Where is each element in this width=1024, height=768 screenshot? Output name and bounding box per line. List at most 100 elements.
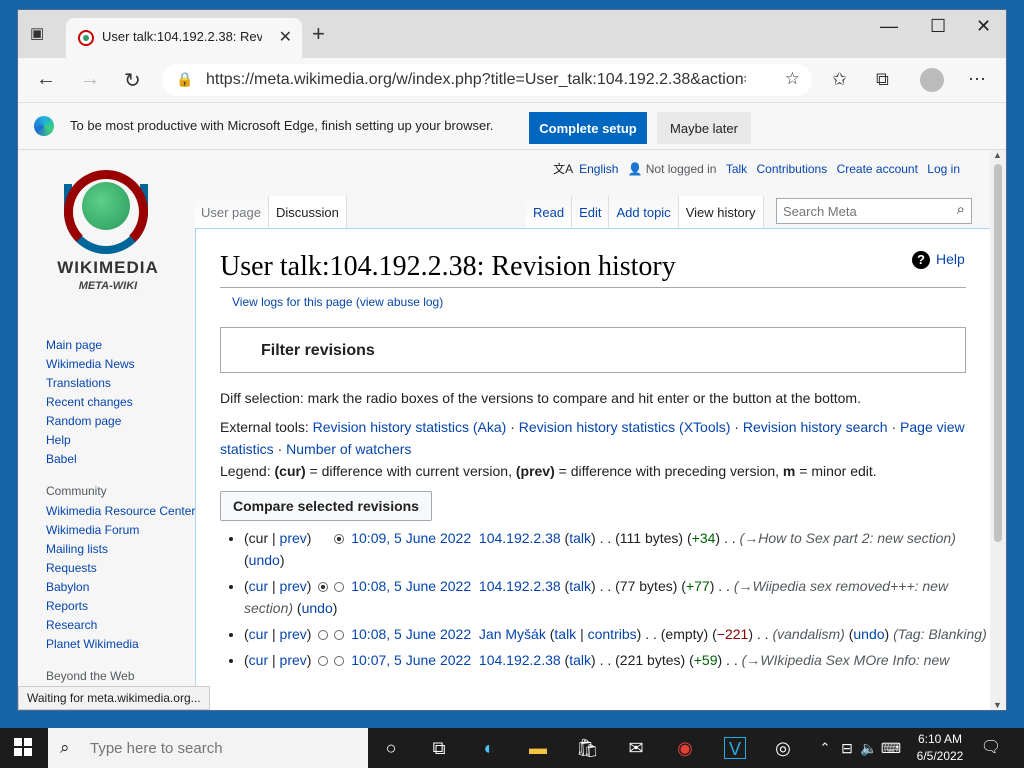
prev-link[interactable]: prev bbox=[280, 578, 307, 594]
help-label[interactable]: Help bbox=[936, 251, 965, 267]
tab-user-page[interactable]: User page bbox=[194, 196, 269, 228]
undo-link[interactable]: undo bbox=[853, 626, 884, 642]
cortana-icon[interactable]: ○ bbox=[380, 737, 402, 759]
revision-date-link[interactable]: 10:08, 5 June 2022 bbox=[351, 578, 471, 594]
volume-icon[interactable]: 🔈 bbox=[858, 737, 880, 759]
revision-radio-new[interactable] bbox=[334, 656, 345, 667]
user-link[interactable]: 104.192.2.38 bbox=[479, 652, 561, 668]
more-icon[interactable]: ⋯ bbox=[968, 69, 986, 90]
help-link[interactable]: ? Help bbox=[912, 251, 965, 269]
wikimedia-logo[interactable]: WIKIMEDIA META-WIKI bbox=[46, 170, 166, 295]
url-text[interactable]: https://meta.wikimedia.org/w/index.php?t… bbox=[206, 71, 746, 89]
close-tab-icon[interactable]: ✕ bbox=[279, 27, 292, 47]
create-account-link[interactable]: Create account bbox=[837, 162, 918, 176]
v-app-icon[interactable]: V bbox=[724, 737, 746, 759]
add-favorite-icon[interactable]: ☆ bbox=[785, 69, 800, 89]
user-link[interactable]: Jan Myšák bbox=[479, 626, 546, 642]
scroll-down-icon[interactable]: ▼ bbox=[993, 700, 1002, 710]
refresh-icon[interactable]: ↻ bbox=[124, 68, 141, 93]
sidebar-item-reports[interactable]: Reports bbox=[46, 597, 196, 616]
lock-icon[interactable]: 🔒 bbox=[176, 71, 193, 88]
search-box[interactable]: ⌕ bbox=[776, 198, 972, 224]
revision-radio-old[interactable] bbox=[318, 656, 329, 667]
sidebar-item-wikimedia-news[interactable]: Wikimedia News bbox=[46, 355, 196, 374]
contributions-link[interactable]: Contributions bbox=[757, 162, 828, 176]
tab-add-topic[interactable]: Add topic bbox=[609, 196, 679, 228]
notifications-icon[interactable]: 🗨 bbox=[980, 737, 1002, 759]
new-tab-icon[interactable]: + bbox=[312, 21, 325, 47]
tab-discussion[interactable]: Discussion bbox=[268, 196, 347, 228]
scroll-thumb[interactable] bbox=[994, 164, 1002, 542]
revision-radio-new[interactable] bbox=[334, 534, 345, 545]
sidebar-item-mailing-lists[interactable]: Mailing lists bbox=[46, 540, 196, 559]
filter-revisions-panel[interactable]: Filter revisions bbox=[220, 327, 966, 373]
user-talk-link[interactable]: talk bbox=[554, 626, 576, 642]
revision-date-link[interactable]: 10:09, 5 June 2022 bbox=[351, 530, 471, 546]
tool-link-aka[interactable]: Revision history statistics (Aka) bbox=[313, 419, 507, 435]
favorites-icon[interactable]: ✩ bbox=[832, 69, 847, 90]
maximize-icon[interactable]: ☐ bbox=[930, 16, 946, 37]
language-link[interactable]: English bbox=[579, 162, 618, 176]
forward-icon[interactable]: → bbox=[80, 68, 100, 91]
sidebar-item-recent-changes[interactable]: Recent changes bbox=[46, 393, 196, 412]
revision-radio-old[interactable] bbox=[318, 630, 329, 641]
user-talk-link[interactable]: talk bbox=[569, 652, 591, 668]
sidebar-item-translations[interactable]: Translations bbox=[46, 374, 196, 393]
sidebar-item-random-page[interactable]: Random page bbox=[46, 412, 196, 431]
user-link[interactable]: 104.192.2.38 bbox=[479, 530, 561, 546]
cur-link[interactable]: cur bbox=[249, 578, 268, 594]
task-view-icon[interactable]: ⧉ bbox=[428, 737, 450, 759]
user-talk-link[interactable]: talk bbox=[569, 530, 591, 546]
sidebar-item-babel[interactable]: Babel bbox=[46, 450, 196, 469]
collections-icon[interactable]: ⧉ bbox=[876, 69, 889, 90]
obs-icon[interactable]: ◎ bbox=[772, 737, 794, 759]
prev-link[interactable]: prev bbox=[280, 626, 307, 642]
sidebar-item-main-page[interactable]: Main page bbox=[46, 336, 196, 355]
tab-edit[interactable]: Edit bbox=[572, 196, 610, 228]
user-contribs-link[interactable]: contribs bbox=[588, 626, 637, 642]
page-scrollbar[interactable]: ▲ ▼ bbox=[990, 150, 1006, 710]
tab-actions-icon[interactable]: ▣ bbox=[30, 24, 50, 44]
compare-revisions-button[interactable]: Compare selected revisions bbox=[220, 491, 432, 521]
revision-date-link[interactable]: 10:08, 5 June 2022 bbox=[351, 626, 471, 642]
maybe-later-button[interactable]: Maybe later bbox=[657, 112, 751, 144]
network-icon[interactable]: ⊟ bbox=[836, 737, 858, 759]
complete-setup-button[interactable]: Complete setup bbox=[529, 112, 647, 144]
undo-link[interactable]: undo bbox=[249, 552, 280, 568]
user-link[interactable]: 104.192.2.38 bbox=[479, 578, 561, 594]
sidebar-item-resource-center[interactable]: Wikimedia Resource Center bbox=[46, 502, 196, 521]
store-icon[interactable]: 🛍 bbox=[576, 737, 599, 759]
tool-link-watchers[interactable]: Number of watchers bbox=[286, 441, 411, 457]
view-logs-link[interactable]: View logs for this page (view abuse log) bbox=[232, 295, 443, 309]
tray-chevron-icon[interactable]: ⌃ bbox=[814, 737, 836, 759]
back-icon[interactable]: ← bbox=[36, 68, 56, 91]
sidebar-item-help[interactable]: Help bbox=[46, 431, 196, 450]
log-in-link[interactable]: Log in bbox=[927, 162, 960, 176]
talk-link[interactable]: Talk bbox=[726, 162, 747, 176]
sidebar-item-planet-wikimedia[interactable]: Planet Wikimedia bbox=[46, 635, 196, 654]
taskbar-search-input[interactable] bbox=[88, 739, 342, 758]
tab-read[interactable]: Read bbox=[526, 196, 573, 228]
prev-link[interactable]: prev bbox=[280, 530, 307, 546]
scroll-up-icon[interactable]: ▲ bbox=[993, 150, 1002, 160]
tool-link-xtools[interactable]: Revision history statistics (XTools) bbox=[519, 419, 731, 435]
cur-link[interactable]: cur bbox=[249, 626, 268, 642]
chrome-icon[interactable]: ◉ bbox=[674, 737, 696, 759]
revision-radio-new[interactable] bbox=[334, 630, 345, 641]
address-bar[interactable]: 🔒 https://meta.wikimedia.org/w/index.php… bbox=[162, 64, 812, 96]
taskbar-search[interactable]: ⌕ bbox=[48, 728, 368, 768]
edge-taskbar-icon[interactable]: ◐ bbox=[478, 737, 500, 759]
sidebar-item-requests[interactable]: Requests bbox=[46, 559, 196, 578]
revision-date-link[interactable]: 10:07, 5 June 2022 bbox=[351, 652, 471, 668]
mail-icon[interactable]: ✉ bbox=[625, 737, 647, 759]
sidebar-item-research[interactable]: Research bbox=[46, 616, 196, 635]
tab-view-history[interactable]: View history bbox=[678, 196, 764, 228]
undo-link[interactable]: undo bbox=[302, 600, 333, 616]
user-talk-link[interactable]: talk bbox=[569, 578, 591, 594]
file-explorer-icon[interactable]: ▬ bbox=[527, 737, 549, 759]
prev-link[interactable]: prev bbox=[280, 652, 307, 668]
profile-avatar[interactable] bbox=[920, 68, 944, 92]
clock[interactable]: 6:10 AM 6/5/2022 bbox=[908, 731, 972, 765]
sidebar-item-babylon[interactable]: Babylon bbox=[46, 578, 196, 597]
minimize-icon[interactable]: — bbox=[880, 16, 898, 37]
